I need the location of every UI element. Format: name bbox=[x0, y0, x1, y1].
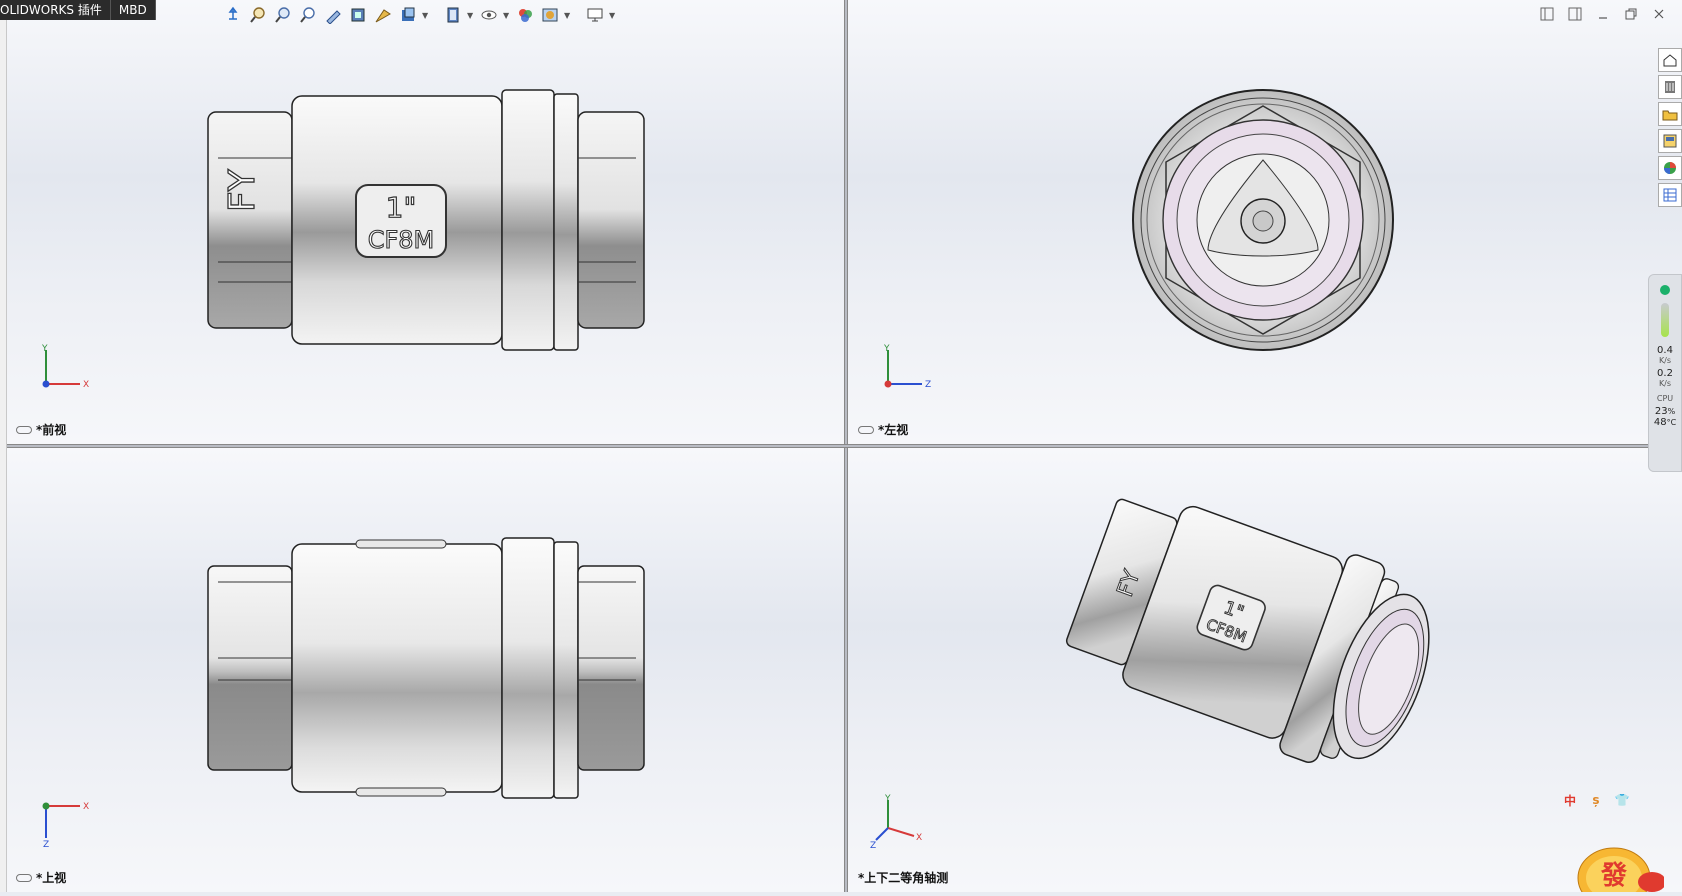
command-manager-tabs: OLIDWORKS 插件 MBD bbox=[0, 0, 156, 20]
ime-punctuation-button[interactable]: ș bbox=[1588, 792, 1604, 808]
link-views-icon[interactable] bbox=[858, 425, 874, 434]
custom-properties-icon[interactable] bbox=[1658, 183, 1682, 207]
design-library-icon[interactable] bbox=[1658, 75, 1682, 99]
eye-dropdown-icon[interactable]: ▼ bbox=[503, 11, 511, 20]
dynamic-annotation-icon[interactable] bbox=[347, 4, 369, 26]
mascot-text: 發 bbox=[1600, 861, 1628, 891]
cpu-temperature: 48°C bbox=[1653, 417, 1677, 428]
check-valve-left-view bbox=[1132, 89, 1394, 351]
edit-appearance-icon[interactable] bbox=[514, 4, 536, 26]
home-icon[interactable] bbox=[1658, 48, 1682, 72]
link-views-icon[interactable] bbox=[16, 873, 32, 882]
apply-scene-icon[interactable] bbox=[539, 4, 561, 26]
ime-skin-button[interactable]: 👕 bbox=[1614, 792, 1630, 808]
appearances-icon[interactable] bbox=[1658, 156, 1682, 180]
memory-bar bbox=[1661, 303, 1669, 337]
check-valve-top-view bbox=[207, 537, 645, 799]
svg-text:X: X bbox=[83, 380, 89, 390]
task-pane-tabs bbox=[1658, 48, 1682, 207]
hide-show-items-icon[interactable] bbox=[442, 4, 464, 26]
tab-mbd[interactable]: MBD bbox=[110, 0, 156, 20]
check-valve-front-view: FY 1" CF8M bbox=[207, 89, 645, 351]
size-marking: 1" bbox=[386, 191, 417, 224]
link-views-icon[interactable] bbox=[16, 425, 32, 434]
heads-up-view-toolbar: ▼ ▼ ▼ ▼ ▼ bbox=[222, 2, 617, 28]
view-orient-icon[interactable] bbox=[222, 4, 244, 26]
display-style-dropdown-icon[interactable]: ▼ bbox=[422, 11, 430, 20]
view-settings-icon[interactable] bbox=[584, 4, 606, 26]
previous-view-icon[interactable] bbox=[297, 4, 319, 26]
svg-text:Y: Y bbox=[883, 344, 890, 354]
view-triad: Y X Z bbox=[870, 794, 922, 848]
check-valve-dimetric-view: 1" CF8M FY bbox=[1065, 498, 1430, 763]
download-speed: 0.2 bbox=[1657, 368, 1673, 379]
view-triad: Y Z bbox=[883, 344, 931, 390]
close-icon[interactable] bbox=[1650, 5, 1668, 23]
horizontal-viewport-splitter[interactable] bbox=[0, 444, 1682, 448]
view-palette-icon[interactable] bbox=[1658, 129, 1682, 153]
tab-solidworks-addins[interactable]: OLIDWORKS 插件 bbox=[0, 0, 111, 20]
viewport-label: *上视 bbox=[16, 869, 66, 886]
view-triad: Z X bbox=[42, 802, 89, 850]
viewport-front[interactable]: FY 1" CF8M Y X *前视 bbox=[6, 0, 844, 444]
ime-language-button[interactable]: 中 bbox=[1562, 792, 1578, 808]
ime-toolbar: 中 ș 👕 bbox=[1562, 792, 1630, 808]
mascot-icon: 發 bbox=[1577, 847, 1666, 896]
viewport-label: *上下二等角轴测 bbox=[858, 871, 949, 885]
system-monitor-widget[interactable]: 0.4 K/s 0.2 K/s CPU 23% 48°C bbox=[1648, 274, 1682, 472]
zoom-to-fit-icon[interactable] bbox=[247, 4, 269, 26]
tile-right-icon[interactable] bbox=[1566, 5, 1584, 23]
svg-text:Y: Y bbox=[41, 344, 48, 354]
svg-text:Z: Z bbox=[925, 380, 931, 390]
upload-speed: 0.4 bbox=[1657, 345, 1673, 356]
minimize-icon[interactable] bbox=[1594, 5, 1612, 23]
brand-marking: FY bbox=[222, 168, 263, 212]
cpu-label: CPU bbox=[1656, 394, 1674, 403]
upload-unit: K/s bbox=[1658, 356, 1672, 365]
display-style-icon[interactable] bbox=[397, 4, 419, 26]
svg-text:Z: Z bbox=[43, 840, 49, 850]
svg-text:Z: Z bbox=[870, 841, 876, 848]
viewport-dimetric[interactable]: 1" CF8M FY Y X Z *上下二等角轴测 bbox=[848, 448, 1682, 892]
viewport-label: *前视 bbox=[16, 421, 66, 438]
view-triad: Y X bbox=[41, 344, 89, 390]
svg-text:X: X bbox=[916, 833, 922, 843]
viewport-label: *左视 bbox=[858, 421, 908, 438]
hide-show-dropdown-icon[interactable]: ▼ bbox=[467, 11, 475, 20]
section-view-icon[interactable] bbox=[322, 4, 344, 26]
status-dot-icon bbox=[1660, 285, 1670, 295]
tile-left-icon[interactable] bbox=[1538, 5, 1556, 23]
svg-text:Y: Y bbox=[884, 794, 891, 804]
restore-icon[interactable] bbox=[1622, 5, 1640, 23]
scene-dropdown-icon[interactable]: ▼ bbox=[564, 11, 572, 20]
eye-icon[interactable] bbox=[478, 4, 500, 26]
download-unit: K/s bbox=[1658, 379, 1672, 388]
view-orientation-icon[interactable] bbox=[372, 4, 394, 26]
file-explorer-icon[interactable] bbox=[1658, 102, 1682, 126]
cpu-usage: 23% bbox=[1654, 406, 1676, 417]
feature-manager-collapsed-strip[interactable] bbox=[0, 20, 7, 892]
svg-text:X: X bbox=[83, 802, 89, 812]
window-controls bbox=[1538, 5, 1668, 23]
mascot-widget[interactable]: 發 bbox=[1574, 832, 1666, 896]
zoom-area-icon[interactable] bbox=[272, 4, 294, 26]
material-marking: CF8M bbox=[368, 226, 435, 254]
viewport-top[interactable]: Z X *上视 bbox=[6, 448, 844, 892]
viewport-left[interactable]: Y Z *左视 bbox=[848, 0, 1682, 444]
view-settings-dropdown-icon[interactable]: ▼ bbox=[609, 11, 617, 20]
